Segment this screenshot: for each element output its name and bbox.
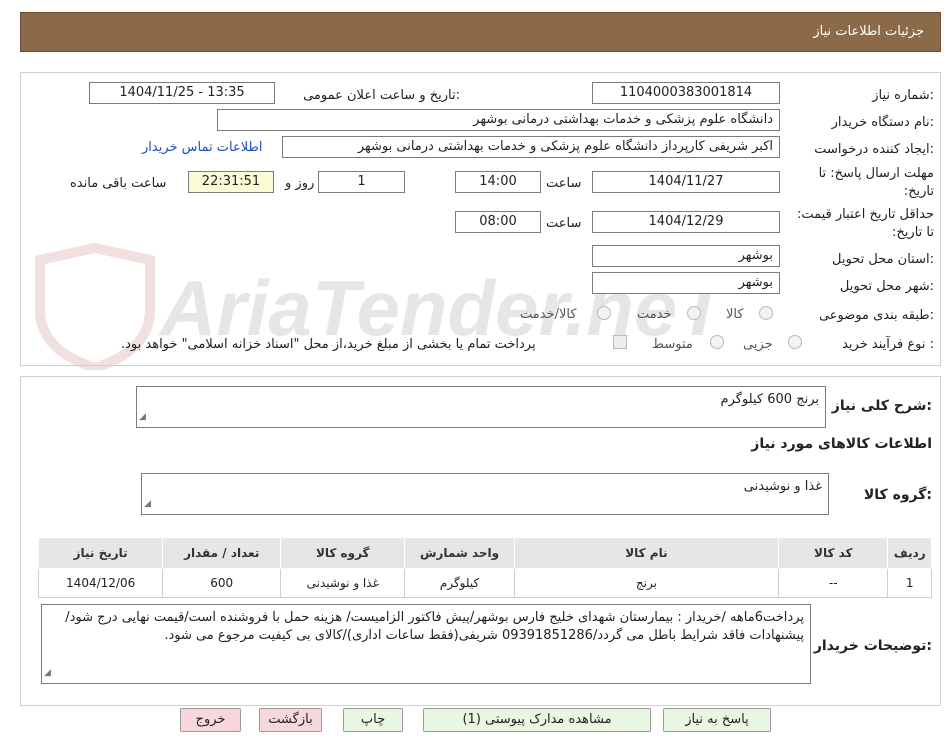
- cell-group: غذا و نوشیدنی: [280, 568, 406, 598]
- province-field: بوشهر: [592, 245, 780, 267]
- city-field: بوشهر: [592, 272, 780, 294]
- items-table: ردیف کد کالا نام کالا واحد شمارش گروه کا…: [37, 537, 932, 598]
- days-label: روز و: [285, 176, 315, 191]
- days-field: 1: [318, 171, 405, 193]
- col-group: گروه کالا: [280, 537, 406, 569]
- deadline-time-field: 14:00: [455, 171, 541, 193]
- goods-group-label: گروه کالا:: [863, 487, 932, 503]
- col-date: تاریخ نیاز: [37, 537, 164, 569]
- page-title: جزئیات اطلاعات نیاز: [813, 24, 924, 39]
- exit-button[interactable]: خروج: [180, 708, 241, 732]
- deadline-date-field: 1404/11/27: [592, 171, 780, 193]
- category-option-goods-service: کالا/خدمت: [520, 307, 577, 322]
- deadline-label: مهلت ارسال پاسخ: تا تاریخ:: [818, 166, 934, 199]
- buyer-org-field: دانشگاه علوم پزشکی و خدمات بهداشتی درمان…: [217, 109, 780, 131]
- creator-label: ایجاد کننده درخواست:: [814, 142, 934, 157]
- process-option-medium: متوسط: [652, 337, 693, 352]
- validity-label: حداقل تاریخ اعتبار قیمت: تا تاریخ:: [796, 207, 934, 240]
- cell-quantity: 600: [162, 568, 282, 598]
- resize-grip-icon[interactable]: ◢: [144, 496, 151, 513]
- resize-grip-icon[interactable]: ◢: [44, 664, 51, 682]
- buyer-org-label: نام دستگاه خریدار:: [831, 115, 934, 130]
- category-option-service: خدمت: [637, 307, 672, 322]
- goods-group-text: غذا و نوشیدنی: [743, 479, 822, 494]
- validity-time-label: ساعت: [546, 216, 582, 231]
- category-label: طبقه بندی موضوعی:: [818, 308, 934, 323]
- page-header: جزئیات اطلاعات نیاز: [20, 12, 941, 52]
- category-radio-service[interactable]: [687, 306, 701, 320]
- category-radio-goods[interactable]: [759, 306, 773, 320]
- payment-note: پرداخت تمام یا بخشی از مبلغ خرید،از محل …: [121, 337, 536, 352]
- announce-label: تاریخ و ساعت اعلان عمومی:: [303, 88, 460, 103]
- process-label: نوع فرآیند خرید :: [842, 337, 934, 352]
- category-radio-goods-service[interactable]: [597, 306, 611, 320]
- table-row: 1 -- برنج کیلوگرم غذا و نوشیدنی 600 1404…: [37, 568, 932, 598]
- buyer-notes-text: پرداخت6ماهه /خریدار : بیمارستان شهدای خل…: [65, 610, 804, 643]
- reply-button[interactable]: پاسخ به نیاز: [663, 708, 771, 732]
- process-radio-medium[interactable]: [710, 335, 724, 349]
- col-quantity: تعداد / مقدار: [162, 537, 282, 569]
- cell-code: --: [778, 568, 889, 598]
- announce-field: 1404/11/25 - 13:35: [89, 82, 275, 104]
- print-button[interactable]: چاپ: [343, 708, 403, 732]
- items-table-header: ردیف کد کالا نام کالا واحد شمارش گروه کا…: [37, 537, 932, 569]
- process-radio-minor[interactable]: [788, 335, 802, 349]
- resize-grip-icon[interactable]: ◢: [139, 409, 146, 426]
- col-name: نام کالا: [513, 537, 780, 569]
- payment-checkbox[interactable]: [613, 335, 627, 349]
- process-option-minor: جزیی: [743, 337, 773, 352]
- need-description-text: برنج 600 کیلوگرم: [720, 392, 819, 407]
- need-number-label: شماره نیاز:: [872, 88, 934, 103]
- attachments-button[interactable]: مشاهده مدارک پیوستی (1): [423, 708, 651, 732]
- need-description-label: شرح کلی نیاز:: [831, 398, 932, 414]
- cell-date: 1404/12/06: [37, 568, 164, 598]
- buyer-contact-link[interactable]: اطلاعات تماس خریدار: [142, 140, 262, 155]
- items-section-title: اطلاعات کالاهای مورد نیاز: [751, 436, 932, 452]
- validity-time-field: 08:00: [455, 211, 541, 233]
- col-unit: واحد شمارش: [404, 537, 515, 569]
- need-number-field: 1104000383001814: [592, 82, 780, 104]
- category-option-goods: کالا: [726, 307, 744, 322]
- province-label: استان محل تحویل:: [832, 252, 934, 267]
- buyer-notes-label: توضیحات خریدار:: [813, 638, 932, 654]
- remaining-time-field: 22:31:51: [188, 171, 274, 193]
- need-description-field: برنج 600 کیلوگرم ◢: [136, 386, 826, 428]
- col-code: کد کالا: [778, 537, 889, 569]
- remaining-label: ساعت باقی مانده: [70, 176, 167, 191]
- city-label: شهر محل تحویل:: [839, 279, 934, 294]
- cell-row: 1: [887, 568, 932, 598]
- creator-field: اکبر شریفی کارپرداز دانشگاه علوم پزشکی و…: [282, 136, 780, 158]
- goods-group-field: غذا و نوشیدنی ◢: [141, 473, 829, 515]
- back-button[interactable]: بازگشت: [259, 708, 322, 732]
- col-row: ردیف: [887, 537, 932, 569]
- cell-name: برنج: [513, 568, 780, 598]
- validity-date-field: 1404/12/29: [592, 211, 780, 233]
- deadline-time-label: ساعت: [546, 176, 582, 191]
- cell-unit: کیلوگرم: [404, 568, 515, 598]
- buyer-notes-field: پرداخت6ماهه /خریدار : بیمارستان شهدای خل…: [41, 604, 811, 684]
